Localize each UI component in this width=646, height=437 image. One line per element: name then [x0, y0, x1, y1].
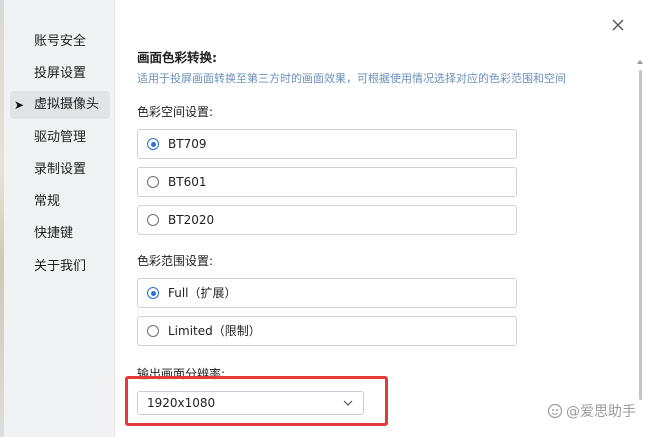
radio-option-bt709[interactable]: BT709 [137, 129, 517, 159]
sidebar-item-driver-management[interactable]: 驱动管理 [10, 124, 110, 152]
radio-checked-icon [147, 138, 159, 150]
sidebar-item-label: 关于我们 [34, 259, 87, 274]
radio-option-bt2020[interactable]: BT2020 [137, 205, 517, 235]
radio-unchecked-icon [147, 214, 159, 226]
chevron-down-icon [343, 400, 353, 406]
section-description: 适用于投屏画面转换至第三方时的画面效果，可根据使用情况选择对应的色彩范围和空间 [137, 72, 566, 85]
close-icon[interactable] [608, 15, 628, 35]
sidebar-item-cast-settings[interactable]: 投屏设置 [10, 60, 110, 88]
radio-label: BT2020 [168, 213, 215, 227]
sidebar-item-shortcuts[interactable]: 快捷键 [10, 220, 110, 248]
watermark-text: @爱思助手 [566, 404, 636, 420]
scrollbar-thumb[interactable] [639, 70, 642, 400]
watermark: @爱思助手 [547, 401, 636, 421]
sidebar-item-recording-settings[interactable]: 录制设置 [10, 156, 110, 184]
resolution-select[interactable]: 1920x1080 [137, 391, 364, 415]
section-title: 画面色彩转换: [137, 50, 217, 65]
sidebar-item-about-us[interactable]: 关于我们 [10, 253, 110, 281]
color-range-label: 色彩范围设置: [137, 254, 214, 268]
sidebar: 账号安全 投屏设置 ➤ 虚拟摄像头 驱动管理 录制设置 常规 快捷键 关于我们 [4, 0, 115, 437]
resolution-value: 1920x1080 [147, 396, 216, 410]
watermark-logo-icon [547, 403, 563, 419]
radio-unchecked-icon [147, 176, 159, 188]
sidebar-item-label: 账号安全 [34, 34, 87, 49]
radio-option-bt601[interactable]: BT601 [137, 167, 517, 197]
radio-checked-icon [147, 287, 159, 299]
scroll-up-icon[interactable] [636, 58, 644, 66]
settings-panel: 画面色彩转换: 适用于投屏画面转换至第三方时的画面效果，可根据使用情况选择对应的… [115, 0, 646, 437]
sidebar-item-label: 投屏设置 [34, 66, 87, 81]
radio-label: BT709 [168, 137, 207, 151]
sidebar-item-account-security[interactable]: 账号安全 [10, 28, 110, 56]
radio-label: Limited（限制） [168, 324, 261, 338]
radio-option-full[interactable]: Full（扩展） [137, 278, 517, 308]
sidebar-item-label: 虚拟摄像头 [34, 97, 100, 112]
sidebar-item-label: 常规 [34, 194, 61, 209]
sidebar-item-virtual-camera[interactable]: ➤ 虚拟摄像头 [10, 91, 110, 119]
radio-unchecked-icon [147, 325, 159, 337]
radio-label: Full（扩展） [168, 286, 237, 300]
pointer-arrow-icon: ➤ [14, 98, 25, 112]
radio-option-limited[interactable]: Limited（限制） [137, 316, 517, 346]
sidebar-item-label: 录制设置 [34, 162, 87, 177]
sidebar-item-label: 快捷键 [34, 226, 74, 241]
radio-label: BT601 [168, 175, 207, 189]
sidebar-item-general[interactable]: 常规 [10, 188, 110, 216]
color-space-label: 色彩空间设置: [137, 105, 214, 119]
sidebar-item-label: 驱动管理 [34, 130, 87, 145]
